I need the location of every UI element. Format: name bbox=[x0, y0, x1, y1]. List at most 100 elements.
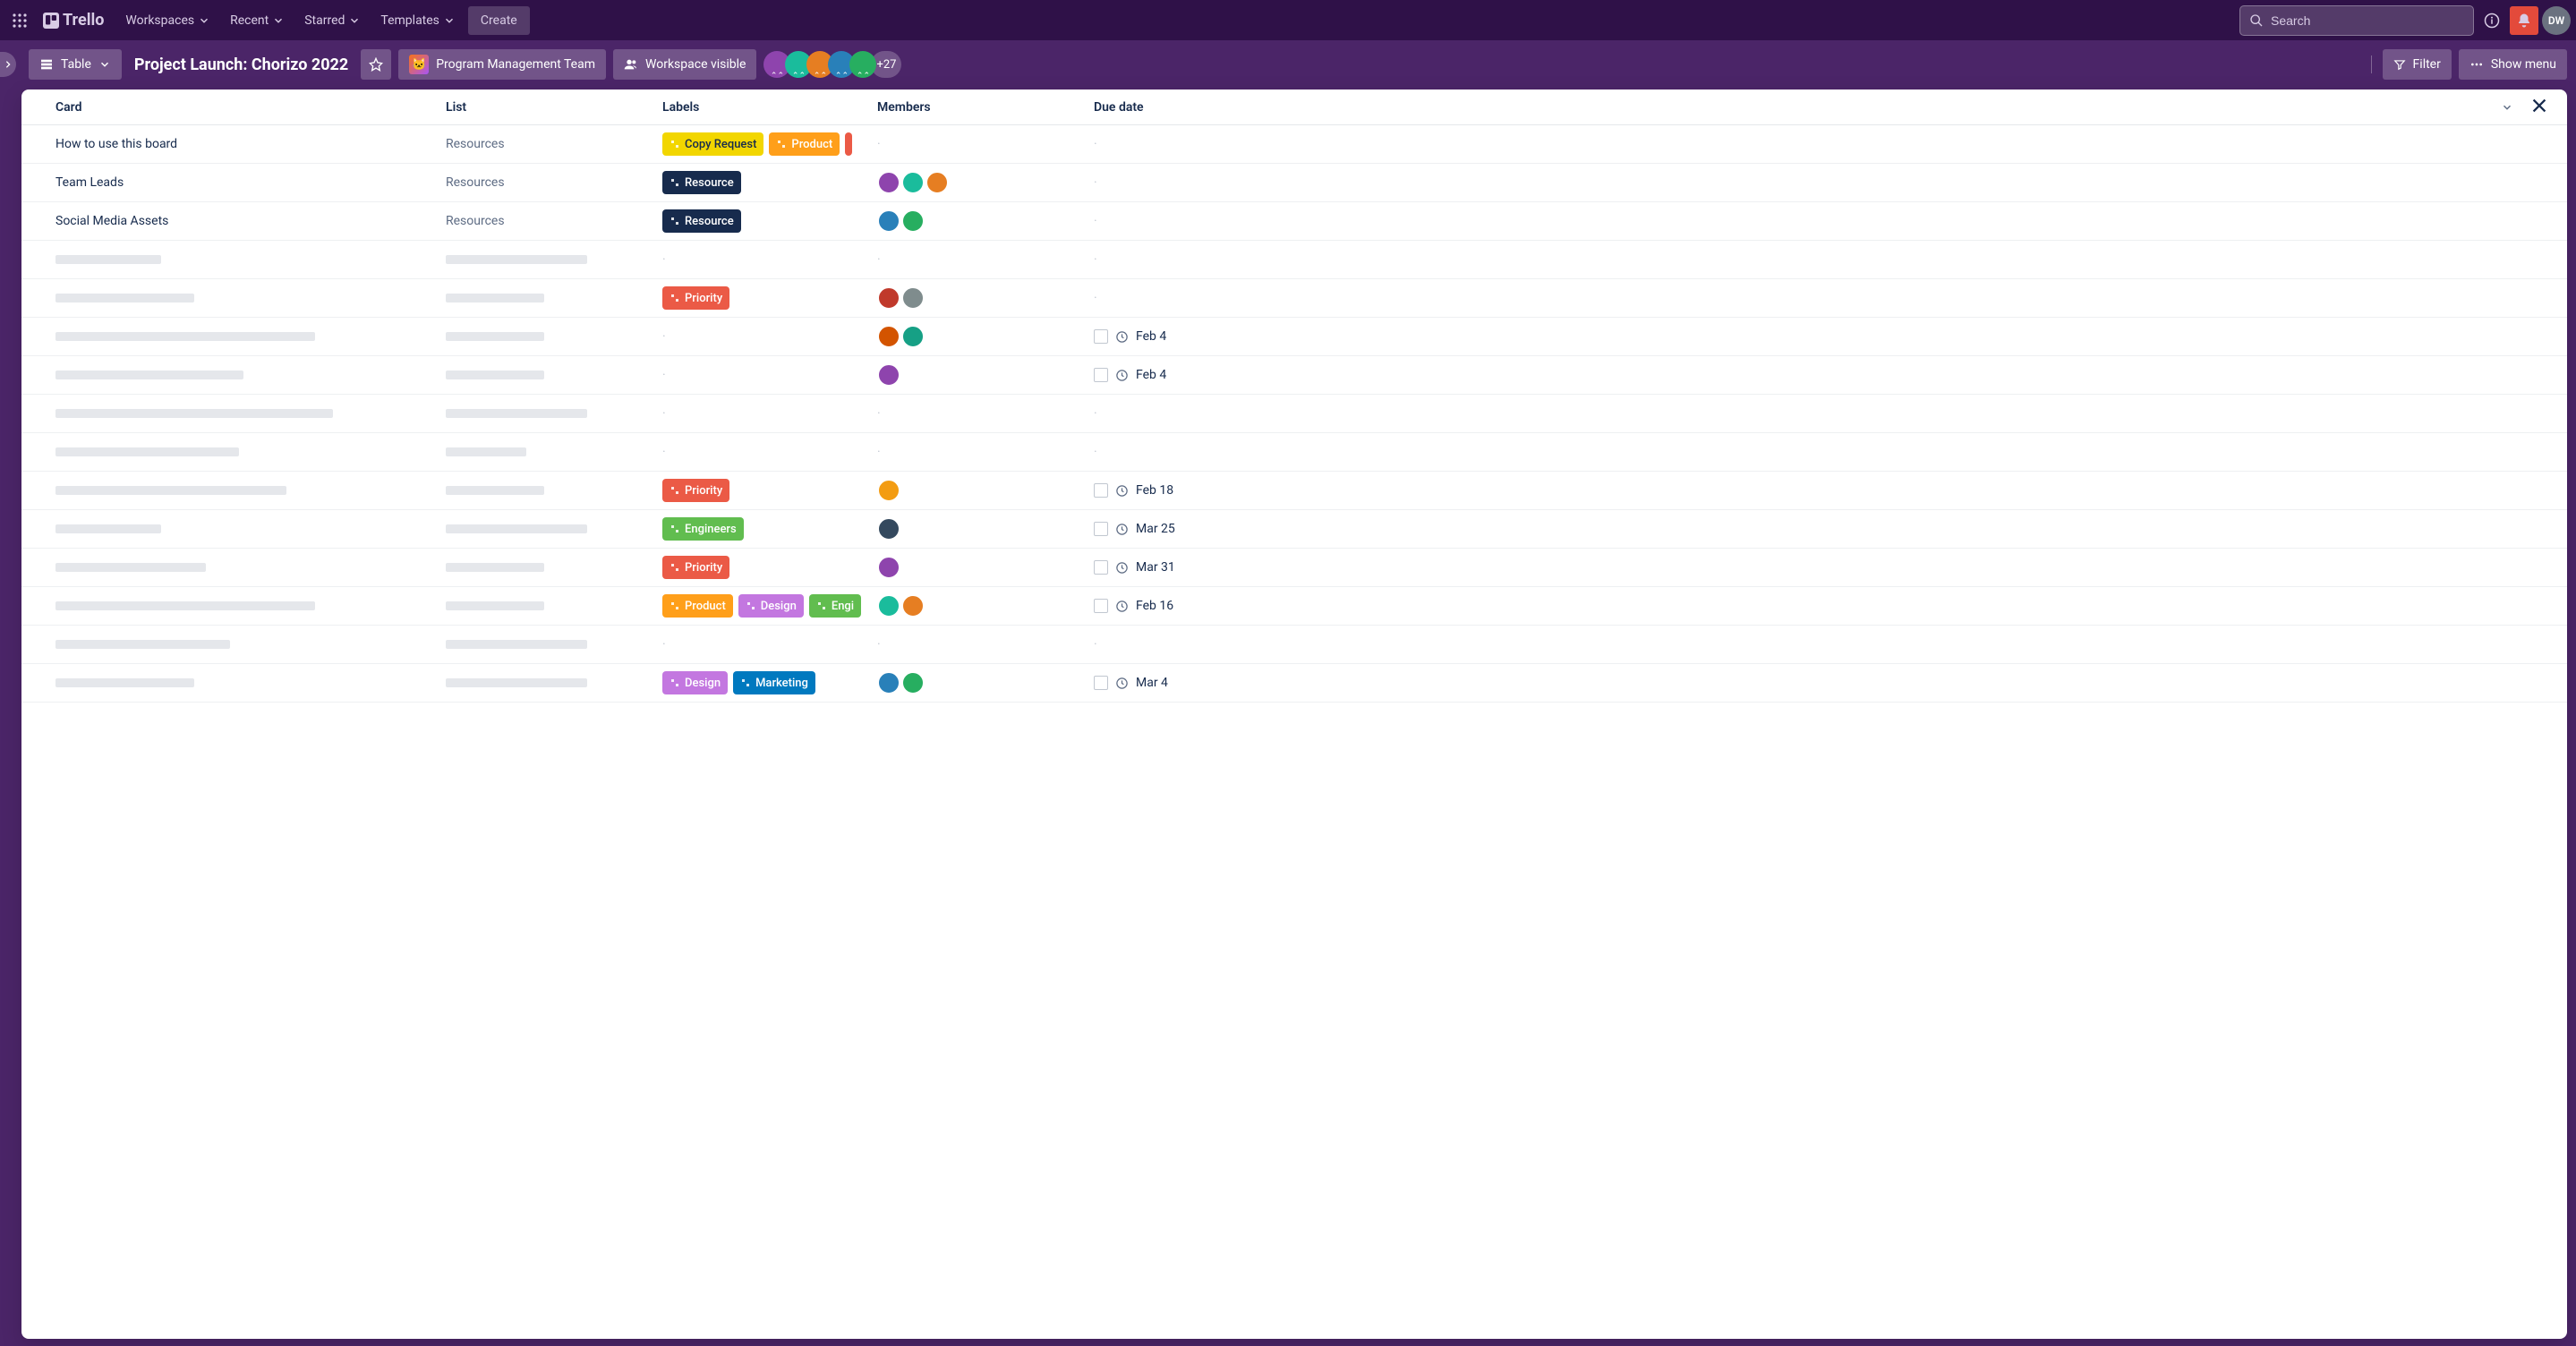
filter-button[interactable]: Filter bbox=[2383, 49, 2452, 80]
skeleton bbox=[55, 563, 206, 572]
label-product[interactable]: Product bbox=[662, 594, 733, 618]
cell-labels: Engineers bbox=[662, 517, 877, 541]
label-design[interactable]: Design bbox=[738, 594, 804, 618]
cell-due: · bbox=[1094, 214, 2549, 228]
member-avatar[interactable] bbox=[901, 671, 925, 694]
label-engi_trunc[interactable]: Engi bbox=[809, 594, 861, 618]
label-priority[interactable]: Priority bbox=[662, 479, 729, 502]
cell-card bbox=[39, 294, 446, 302]
member-avatar[interactable] bbox=[877, 363, 900, 387]
cell-list bbox=[446, 332, 662, 341]
table-row[interactable]: Priority Mar 31 bbox=[21, 549, 2567, 587]
trello-logo[interactable]: Trello bbox=[38, 11, 109, 30]
member-avatar[interactable] bbox=[901, 209, 925, 233]
label-engineers[interactable]: Engineers bbox=[662, 517, 744, 541]
header-list[interactable]: List bbox=[446, 100, 662, 115]
board-title[interactable]: Project Launch: Chorizo 2022 bbox=[129, 55, 354, 74]
label-design[interactable]: Design bbox=[662, 671, 728, 694]
due-checkbox[interactable] bbox=[1094, 599, 1108, 613]
member-avatar[interactable] bbox=[877, 671, 900, 694]
create-button[interactable]: Create bbox=[468, 6, 530, 35]
table-row[interactable]: ··· bbox=[21, 433, 2567, 472]
member-avatar[interactable] bbox=[877, 325, 900, 348]
member-avatar[interactable] bbox=[877, 517, 900, 541]
due-checkbox[interactable] bbox=[1094, 483, 1108, 498]
clock-icon bbox=[1115, 369, 1129, 382]
apps-icon[interactable] bbox=[5, 6, 34, 35]
table-row[interactable]: ··· bbox=[21, 241, 2567, 279]
label-resource[interactable]: Resource bbox=[662, 209, 741, 233]
table-row[interactable]: Team LeadsResources Resource· bbox=[21, 164, 2567, 202]
due-checkbox[interactable] bbox=[1094, 560, 1108, 575]
table-row[interactable]: How to use this boardResources Copy Requ… bbox=[21, 125, 2567, 164]
label-product[interactable]: Product bbox=[769, 132, 840, 156]
visibility-button[interactable]: Workspace visible bbox=[613, 49, 756, 80]
table-row[interactable]: ·Feb 4 bbox=[21, 356, 2567, 395]
due-checkbox[interactable] bbox=[1094, 676, 1108, 690]
cell-members: · bbox=[877, 637, 1094, 652]
member-avatar[interactable] bbox=[901, 286, 925, 310]
due-checkbox[interactable] bbox=[1094, 329, 1108, 344]
due-checkbox[interactable] bbox=[1094, 368, 1108, 382]
member-avatar[interactable] bbox=[925, 171, 949, 194]
search-box[interactable] bbox=[2239, 5, 2474, 36]
cell-list bbox=[446, 524, 662, 533]
table-row[interactable]: ··· bbox=[21, 395, 2567, 433]
info-icon[interactable] bbox=[2478, 6, 2506, 35]
nav-menu-workspaces[interactable]: Workspaces bbox=[116, 6, 219, 35]
due-date-text: Mar 31 bbox=[1136, 560, 1175, 575]
close-icon[interactable] bbox=[2529, 96, 2549, 119]
nav-menu-templates[interactable]: Templates bbox=[371, 6, 465, 35]
cell-labels: Product Design Engi bbox=[662, 594, 877, 618]
sidebar-expand-handle[interactable] bbox=[0, 52, 16, 77]
table-row[interactable]: Priority Feb 18 bbox=[21, 472, 2567, 510]
member-avatar[interactable] bbox=[877, 209, 900, 233]
star-button[interactable] bbox=[361, 49, 391, 80]
member-avatar[interactable] bbox=[901, 594, 925, 618]
board-bar: Table Project Launch: Chorizo 2022 🐱 Pro… bbox=[0, 40, 2576, 89]
label-resource[interactable]: Resource bbox=[662, 171, 741, 194]
user-avatar[interactable]: DW bbox=[2542, 6, 2571, 35]
member-avatar[interactable] bbox=[877, 594, 900, 618]
skeleton bbox=[446, 447, 526, 456]
show-menu-button[interactable]: Show menu bbox=[2459, 49, 2567, 80]
member-avatar[interactable]: ⌃⌃ bbox=[849, 51, 876, 78]
team-button[interactable]: 🐱 Program Management Team bbox=[398, 49, 606, 80]
view-switcher[interactable]: Table bbox=[29, 49, 122, 80]
notification-icon[interactable] bbox=[2510, 6, 2538, 35]
skeleton bbox=[446, 294, 544, 302]
label-marketing[interactable]: Marketing bbox=[733, 671, 815, 694]
member-avatar[interactable] bbox=[901, 171, 925, 194]
member-avatar[interactable] bbox=[877, 171, 900, 194]
table-row[interactable]: ·Feb 4 bbox=[21, 318, 2567, 356]
header-due[interactable]: Due date bbox=[1094, 100, 2549, 115]
header-labels[interactable]: Labels bbox=[662, 100, 877, 115]
cell-due: · bbox=[1094, 406, 2549, 421]
due-checkbox[interactable] bbox=[1094, 522, 1108, 536]
table-row[interactable]: EngineersMar 25 bbox=[21, 510, 2567, 549]
member-avatar[interactable] bbox=[877, 479, 900, 502]
member-avatar[interactable] bbox=[901, 325, 925, 348]
nav-menu-starred[interactable]: Starred bbox=[295, 6, 370, 35]
header-members[interactable]: Members bbox=[877, 100, 1094, 115]
member-avatar[interactable] bbox=[877, 286, 900, 310]
member-avatar[interactable] bbox=[877, 556, 900, 579]
label-truncated[interactable] bbox=[845, 132, 852, 156]
nav-menu-recent[interactable]: Recent bbox=[221, 6, 294, 35]
board-members[interactable]: ⌃⌃⌃⌃⌃⌃⌃⌃⌃⌃+27 bbox=[763, 51, 901, 78]
cell-card bbox=[39, 409, 446, 418]
table-row[interactable]: ··· bbox=[21, 626, 2567, 664]
cell-list bbox=[446, 409, 662, 418]
header-card[interactable]: Card bbox=[39, 100, 446, 115]
search-input[interactable] bbox=[2271, 13, 2464, 28]
table-row[interactable]: Product Design EngiFeb 16 bbox=[21, 587, 2567, 626]
table-row[interactable]: Social Media AssetsResources Resource· bbox=[21, 202, 2567, 241]
skeleton bbox=[446, 371, 544, 379]
label-priority[interactable]: Priority bbox=[662, 556, 729, 579]
label-priority[interactable]: Priority bbox=[662, 286, 729, 310]
due-date-text: Feb 18 bbox=[1136, 483, 1173, 498]
clock-icon bbox=[1115, 677, 1129, 690]
table-row[interactable]: Design MarketingMar 4 bbox=[21, 664, 2567, 703]
label-copy_request[interactable]: Copy Request bbox=[662, 132, 763, 156]
table-row[interactable]: Priority· bbox=[21, 279, 2567, 318]
